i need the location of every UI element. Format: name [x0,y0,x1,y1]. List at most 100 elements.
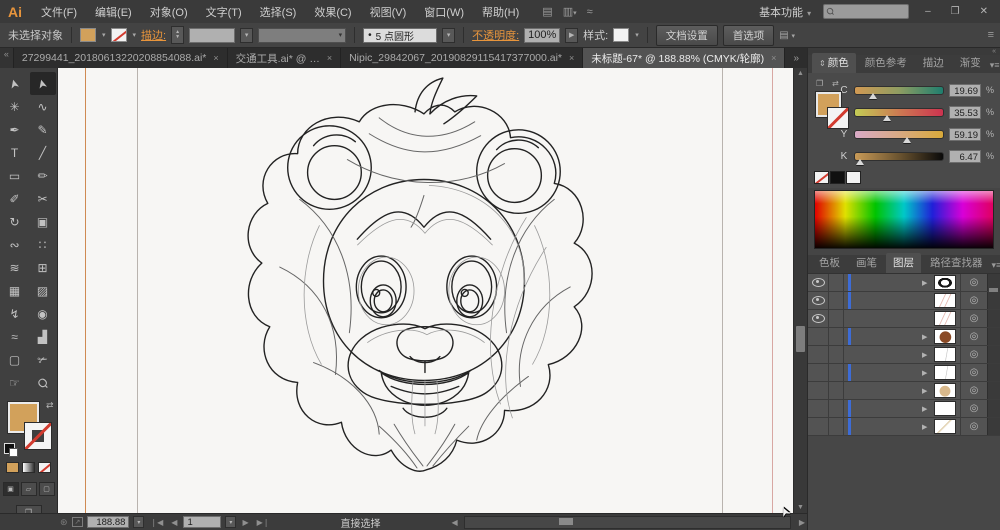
horizontal-scroll-thumb[interactable] [559,518,573,525]
layer-row[interactable]: ▶ ◎ [808,292,1000,310]
tab-layers[interactable]: 图层 [886,253,921,273]
lock-cell[interactable] [829,346,844,363]
color-button[interactable] [6,462,19,473]
magic-wand-tool[interactable]: ✳ [2,95,28,118]
visibility-toggle[interactable] [808,274,829,291]
tab-swatches[interactable]: 色板 [812,253,847,273]
menu-window[interactable]: 窗口(W) [415,4,473,20]
expand-triangle-icon[interactable]: ▶ [922,333,932,341]
stroke-proxy-swatch[interactable] [827,107,849,129]
draw-behind-button[interactable]: ▱ [21,482,37,496]
tab-close-icon[interactable]: × [327,53,332,63]
lasso-tool[interactable]: ∿ [30,95,56,118]
target-icon[interactable]: ◎ [960,328,987,345]
opacity-panel-link[interactable]: 不透明度: [472,27,519,43]
scissors-tool[interactable]: ✂ [30,187,56,210]
layer-thumbnail[interactable] [934,293,956,308]
style-dropdown-icon[interactable]: ▾ [635,31,639,39]
layer-thumbnail[interactable] [934,365,956,380]
tab-color-guide[interactable]: 颜色参考 [858,53,914,73]
layer-row[interactable]: ▶ ◎ [808,400,1000,418]
tab-stroke[interactable]: 描边 [916,53,951,73]
none-swatch[interactable] [814,171,829,184]
layers-scrollbar[interactable] [987,418,1000,435]
zoom-level-field[interactable]: 188.88 [87,516,129,528]
visibility-toggle[interactable] [808,346,829,363]
swap-fill-stroke-icon[interactable]: ⇄ [46,400,54,411]
color-spectrum[interactable] [814,190,994,249]
document-tab-1[interactable]: 27299441_20180613220208854088.ai*× [14,48,228,68]
lock-cell[interactable] [829,292,844,309]
style-swatch[interactable] [613,28,629,42]
layers-scrollbar[interactable] [987,310,1000,327]
hand-tool[interactable]: ☞ [2,371,28,394]
slider-handle[interactable] [903,137,911,143]
swap-fill-stroke-icon[interactable]: ⇄ [832,79,839,88]
gradient-tool[interactable]: ▨ [30,279,56,302]
fill-dropdown-icon[interactable]: ▾ [102,31,106,39]
tab-close-icon[interactable]: × [213,53,218,63]
rectangle-tool[interactable]: ▭ [2,164,28,187]
tab-brushes[interactable]: 画笔 [849,253,884,273]
panel-menu-icon[interactable]: ▾≡ [992,260,1000,273]
close-button[interactable]: ✕ [976,6,992,17]
menu-edit[interactable]: 编辑(E) [86,4,141,20]
layer-thumbnail[interactable] [934,383,956,398]
layers-scrollbar[interactable] [987,382,1000,399]
black-swatch[interactable] [830,171,845,184]
width-tool[interactable]: ∾ [2,233,28,256]
slider-handle[interactable] [856,159,864,165]
scroll-down-icon[interactable]: ▼ [794,504,807,511]
visibility-toggle[interactable] [808,400,829,417]
layer-thumbnail[interactable] [934,311,956,326]
none-button[interactable] [38,462,51,473]
dial-icon[interactable]: ⊛ [60,517,68,528]
gradient-button[interactable] [22,462,35,473]
brush-definition-dropdown[interactable]: ▾ [442,28,455,43]
layer-row[interactable]: ▶ ◎ [808,328,1000,346]
prev-artboard-button[interactable]: ◀ [169,518,179,527]
visibility-toggle[interactable] [808,382,829,399]
target-icon[interactable]: ◎ [960,364,987,381]
horizontal-scrollbar[interactable] [464,516,791,529]
free-transform-tool[interactable]: ▣ [30,210,56,233]
layers-scrollbar[interactable] [987,346,1000,363]
layer-thumbnail[interactable] [934,419,956,434]
curvature-tool[interactable]: ✎ [30,118,56,141]
tab-close-icon[interactable]: × [771,53,776,63]
zoom-dropdown-icon[interactable]: ▾ [133,516,144,528]
visibility-toggle[interactable] [808,364,829,381]
cyan-value-field[interactable]: 19.69 [949,84,981,97]
tab-pathfinder[interactable]: 路径查找器 [923,253,990,273]
rotate-tool[interactable]: ↻ [2,210,28,233]
lock-cell[interactable] [829,274,844,291]
layer-thumbnail[interactable] [934,275,956,290]
document-tab-4-active[interactable]: 未标题-67* @ 188.88% (CMYK/轮廓)× [583,48,785,68]
preferences-button[interactable]: 首选项 [723,25,775,46]
tab-close-icon[interactable]: × [569,53,574,63]
slider-handle[interactable] [869,93,877,99]
layer-thumbnail[interactable] [934,347,956,362]
magenta-value-field[interactable]: 35.53 [949,106,981,119]
eyedropper-tool[interactable]: ↯ [2,302,28,325]
minimize-button[interactable]: – [921,6,935,17]
expand-triangle-icon[interactable]: ▶ [922,423,932,431]
artboard-dropdown-icon[interactable]: ▾ [225,516,236,528]
target-icon[interactable]: ◎ [960,382,987,399]
white-swatch[interactable] [846,171,861,184]
layers-scrollbar[interactable] [987,274,1000,291]
document-setup-button[interactable]: 文档设置 [656,25,718,46]
variable-width-profile-select[interactable]: ▾ [258,28,346,43]
stroke-proxy-swatch[interactable] [24,422,52,450]
scroll-up-icon[interactable]: ▲ [794,70,807,77]
layer-row[interactable]: ▶ ◎ [808,418,1000,436]
default-fill-stroke-icon[interactable] [4,443,15,454]
direct-selection-tool[interactable]: ➤ [30,72,56,95]
menu-object[interactable]: 对象(O) [141,4,197,20]
symbol-sprayer-tool[interactable]: ≋ [2,256,28,279]
next-artboard-button[interactable]: ▶ [240,518,250,527]
layer-row[interactable]: ▶ ◎ [808,346,1000,364]
yellow-slider[interactable] [854,130,944,139]
layer-row[interactable]: ▶ ◎ [808,364,1000,382]
menu-effect[interactable]: 效果(C) [305,4,360,20]
